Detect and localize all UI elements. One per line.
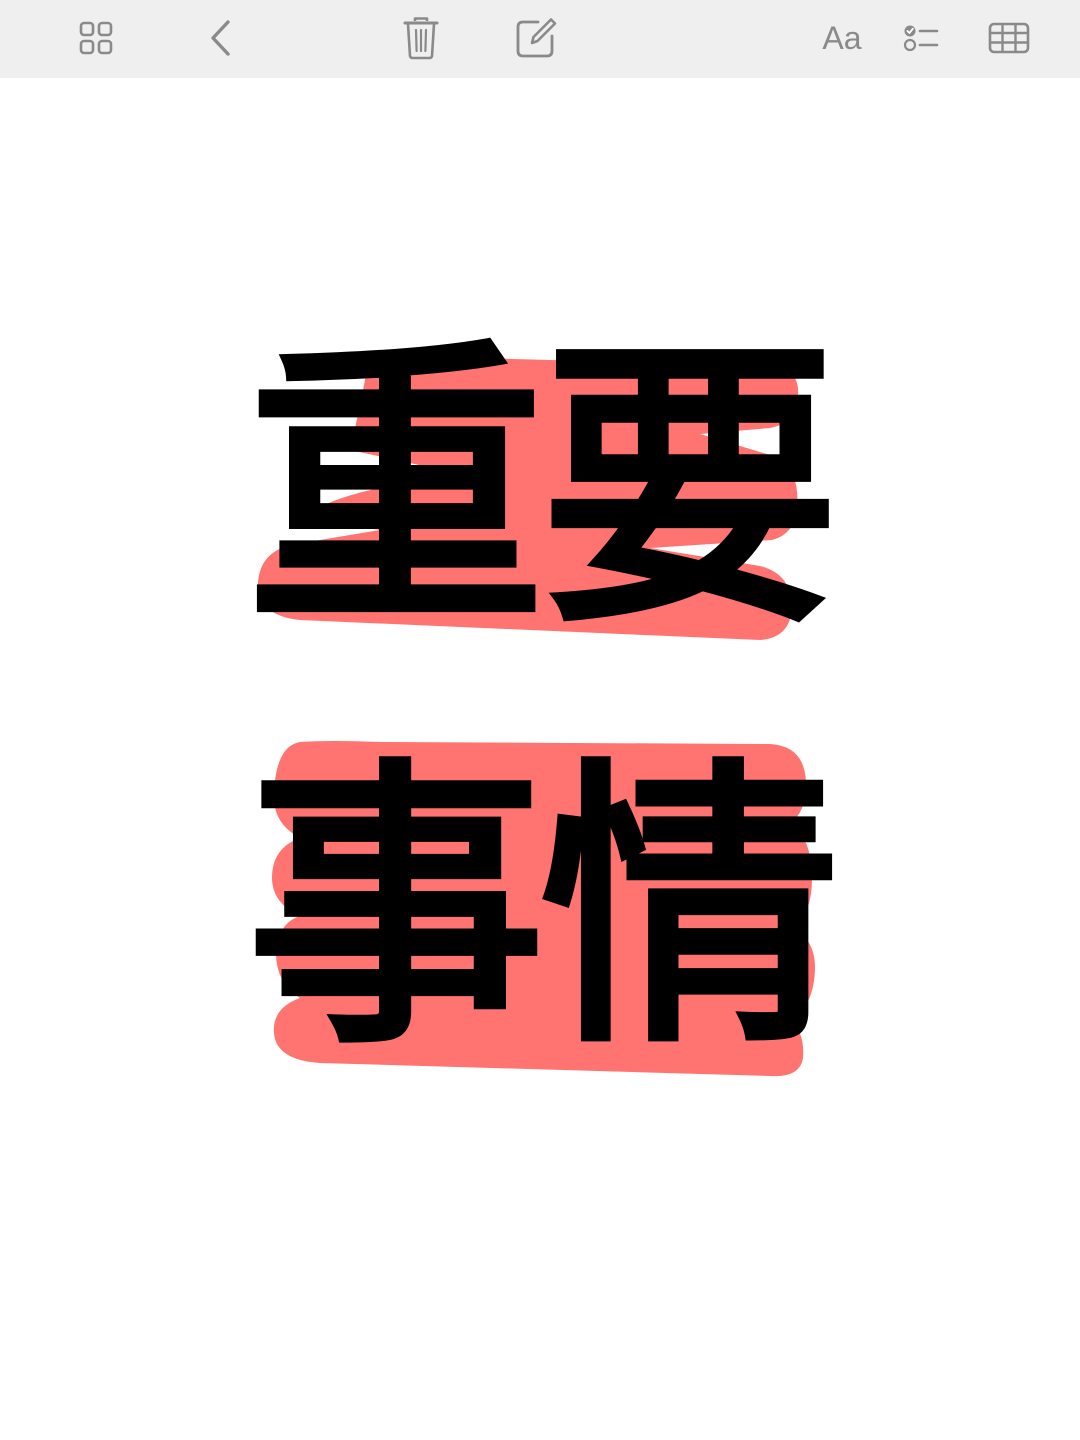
note-canvas[interactable]: 重要 事情 xyxy=(0,78,1080,1440)
text-format-icon: Aa xyxy=(822,20,862,56)
note-heading-line2: 事情 xyxy=(246,735,840,1084)
toolbar: Aa xyxy=(0,0,1080,78)
table-button[interactable] xyxy=(979,10,1039,66)
gallery-view-button[interactable] xyxy=(66,10,126,66)
delete-button[interactable] xyxy=(391,10,451,66)
grid-icon xyxy=(79,21,113,55)
chevron-left-icon xyxy=(211,20,230,56)
trash-icon xyxy=(403,17,439,60)
checklist-icon xyxy=(903,25,939,52)
back-button[interactable] xyxy=(190,10,250,66)
compose-button[interactable] xyxy=(506,10,566,66)
format-button[interactable]: Aa xyxy=(812,10,872,66)
compose-icon xyxy=(516,18,557,58)
note-heading-line1: 重要 xyxy=(246,315,840,664)
table-icon xyxy=(988,22,1030,54)
checklist-button[interactable] xyxy=(891,10,951,66)
